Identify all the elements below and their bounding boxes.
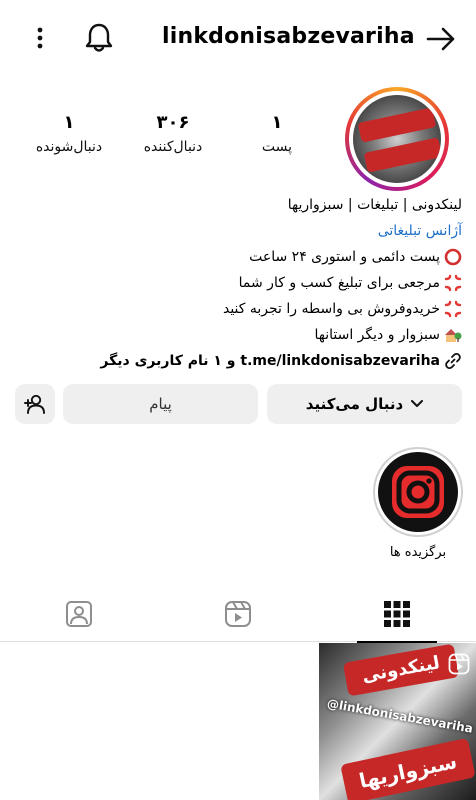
- link-icon: [444, 352, 462, 370]
- reels-icon: [224, 600, 252, 628]
- avatar-band-top: [357, 107, 437, 143]
- following-button[interactable]: دنبال می‌کنید: [267, 384, 462, 424]
- chevron-down-icon: [411, 400, 424, 408]
- avatar-band-bottom: [363, 137, 441, 173]
- bio-link-url[interactable]: t.me/linkdonisabzevariha: [240, 353, 440, 369]
- tab-reels[interactable]: [198, 586, 278, 642]
- bell-icon[interactable]: [82, 20, 116, 56]
- post-thumbnail[interactable]: لینکدونی @linkdonisabzevariha سبزواریها: [319, 643, 476, 800]
- following-button-label: دنبال می‌کنید: [305, 395, 404, 413]
- stat-following-label: دنبال‌شونده: [35, 139, 103, 155]
- profile-bio: لینکدونی | تبلیغات | سبزواریها آژانس تبل…: [2, 192, 462, 374]
- post-text-line-2: @linkdonisabzevariha: [326, 696, 474, 736]
- bio-line-4: سبزوار و دیگر استانها: [2, 322, 462, 348]
- stat-posts-label: پست: [261, 139, 293, 155]
- add-user-icon: [24, 394, 46, 414]
- bio-line-1-text: پست دائمی و استوری ۲۴ ساعت: [249, 249, 440, 265]
- bio-link[interactable]: t.me/linkdonisabzevariha و ۱ نام کاربری …: [2, 348, 462, 374]
- bio-name: لینکدونی | تبلیغات | سبزواریها: [287, 197, 462, 213]
- profile-avatar[interactable]: [345, 87, 449, 191]
- bio-line-1: پست دائمی و استوری ۲۴ ساعت: [2, 244, 462, 270]
- add-user-button[interactable]: [15, 384, 55, 424]
- tab-grid[interactable]: [357, 586, 437, 643]
- bio-line-2-text: مرجعی برای تبلیغ کسب و کار شما: [238, 275, 440, 291]
- stat-followers-label: دنبال‌کننده: [143, 139, 203, 155]
- post-text-line-1: لینکدونی: [342, 643, 460, 697]
- anger-symbol-icon: [444, 300, 462, 318]
- more-options-icon[interactable]: [24, 22, 56, 54]
- anger-symbol-icon: [444, 274, 462, 292]
- profile-username: linkdonisabzevariha: [162, 24, 415, 49]
- grid-icon: [384, 601, 410, 627]
- stat-posts-count: ۱: [271, 112, 283, 133]
- stat-followers[interactable]: ۳۰۶ دنبال‌کننده: [128, 112, 218, 155]
- stat-posts[interactable]: ۱ پست: [232, 112, 322, 155]
- reel-badge-icon: [448, 653, 470, 675]
- red-circle-icon: [444, 248, 462, 266]
- bio-category[interactable]: آژانس تبلیغاتی: [2, 218, 462, 244]
- tab-tagged[interactable]: [39, 586, 119, 642]
- bio-line-3-text: خریدوفروش بی واسطه را تجربه کنید: [222, 301, 440, 317]
- house-garden-icon: [444, 326, 462, 344]
- story-highlight[interactable]: برگزیده ها: [372, 447, 464, 560]
- avatar-image: [353, 95, 441, 183]
- stat-following-count: ۱: [63, 112, 75, 133]
- top-bar: linkdonisabzevariha: [0, 0, 476, 78]
- story-highlight-label: برگزیده ها: [389, 545, 447, 560]
- profile-tabs: [0, 586, 476, 643]
- tagged-icon: [65, 600, 93, 628]
- bio-line-2: مرجعی برای تبلیغ کسب و کار شما: [2, 270, 462, 296]
- arrow-right-icon[interactable]: [424, 22, 458, 56]
- post-text-line-3: سبزواریها: [340, 737, 476, 800]
- bio-line-4-text: سبزوار و دیگر استانها: [314, 327, 440, 343]
- stat-followers-count: ۳۰۶: [156, 112, 190, 133]
- bio-link-suffix[interactable]: و ۱ نام کاربری دیگر: [100, 353, 235, 369]
- instagram-logo-icon: [378, 452, 458, 532]
- message-button[interactable]: پیام: [63, 384, 258, 424]
- stat-following[interactable]: ۱ دنبال‌شونده: [24, 112, 114, 155]
- bio-line-3: خریدوفروش بی واسطه را تجربه کنید: [2, 296, 462, 322]
- message-button-label: پیام: [149, 395, 172, 413]
